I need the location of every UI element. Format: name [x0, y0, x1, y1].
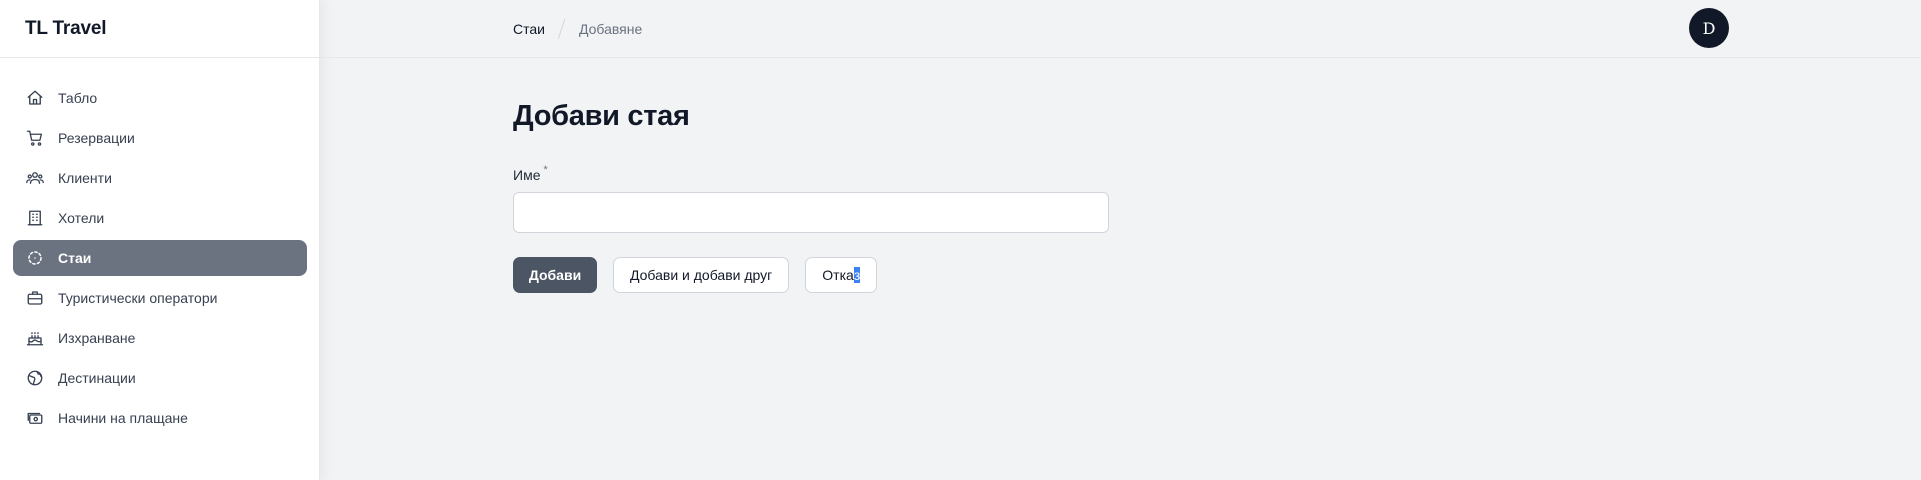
breadcrumb-current: Добавяне	[578, 21, 643, 37]
sidebar-item-hotels[interactable]: Хотели	[13, 200, 307, 236]
sidebar: TL Travel Табло Резервации Клиенти Хотел…	[0, 0, 320, 480]
sidebar-item-tour-operators[interactable]: Туристически оператори	[13, 280, 307, 316]
cart-icon	[26, 130, 43, 146]
sidebar-item-label: Начини на плащане	[58, 410, 188, 426]
brand-bar: TL Travel	[0, 0, 319, 58]
main-content: Добави стая Име * Добави Добави и добави…	[513, 100, 1109, 293]
sidebar-item-destinations[interactable]: Дестинации	[13, 360, 307, 396]
cash-icon	[27, 412, 43, 424]
breadcrumb-rooms-link[interactable]: Стаи	[513, 21, 545, 37]
sidebar-item-label: Клиенти	[58, 170, 112, 186]
sidebar-item-payment-methods[interactable]: Начини на плащане	[13, 400, 307, 436]
sidebar-item-label: Табло	[58, 90, 98, 106]
cancel-button[interactable]: Отка з	[805, 257, 878, 293]
cake-icon	[26, 332, 44, 346]
name-field-label: Име *	[513, 164, 1109, 183]
home-icon	[27, 90, 43, 105]
sidebar-item-reservations[interactable]: Резервации	[13, 120, 307, 156]
sidebar-item-rooms[interactable]: Стаи	[13, 240, 307, 276]
topbar: Стаи Добавяне D	[320, 0, 1921, 58]
page-title: Добави стая	[513, 100, 690, 132]
sidebar-item-label: Резервации	[58, 130, 135, 146]
sidebar-item-label: Стаи	[58, 250, 92, 266]
sidebar-item-label: Хотели	[58, 210, 105, 226]
dashed-circle-icon	[28, 251, 42, 265]
sidebar-item-label: Дестинации	[58, 370, 136, 386]
name-input[interactable]	[513, 192, 1109, 233]
cancel-label-text: Отка	[822, 267, 854, 283]
sidebar-item-dashboard[interactable]: Табло	[13, 80, 307, 116]
create-button[interactable]: Добави	[513, 257, 597, 293]
building-icon	[27, 210, 43, 226]
sidebar-item-meals[interactable]: Изхранване	[13, 320, 307, 356]
breadcrumb-separator	[557, 19, 566, 39]
brand-logo[interactable]: TL Travel	[25, 18, 106, 40]
briefcase-icon	[27, 291, 43, 305]
required-marker: *	[543, 164, 548, 176]
sidebar-item-label: Изхранване	[58, 330, 136, 346]
users-icon	[26, 172, 44, 184]
create-another-button[interactable]: Добави и добави друг	[613, 257, 790, 293]
name-label-text: Име	[513, 167, 541, 183]
form-actions: Добави Добави и добави друг Отка з	[513, 257, 1109, 293]
sidebar-item-clients[interactable]: Клиенти	[13, 160, 307, 196]
sidebar-item-label: Туристически оператори	[58, 290, 218, 306]
sidebar-nav: Табло Резервации Клиенти Хотели Стаи Тур…	[0, 58, 319, 436]
cancel-label-selection: з	[853, 267, 861, 283]
breadcrumb: Стаи Добавяне	[513, 19, 642, 39]
user-avatar[interactable]: D	[1689, 8, 1729, 48]
globe-icon	[27, 370, 43, 386]
